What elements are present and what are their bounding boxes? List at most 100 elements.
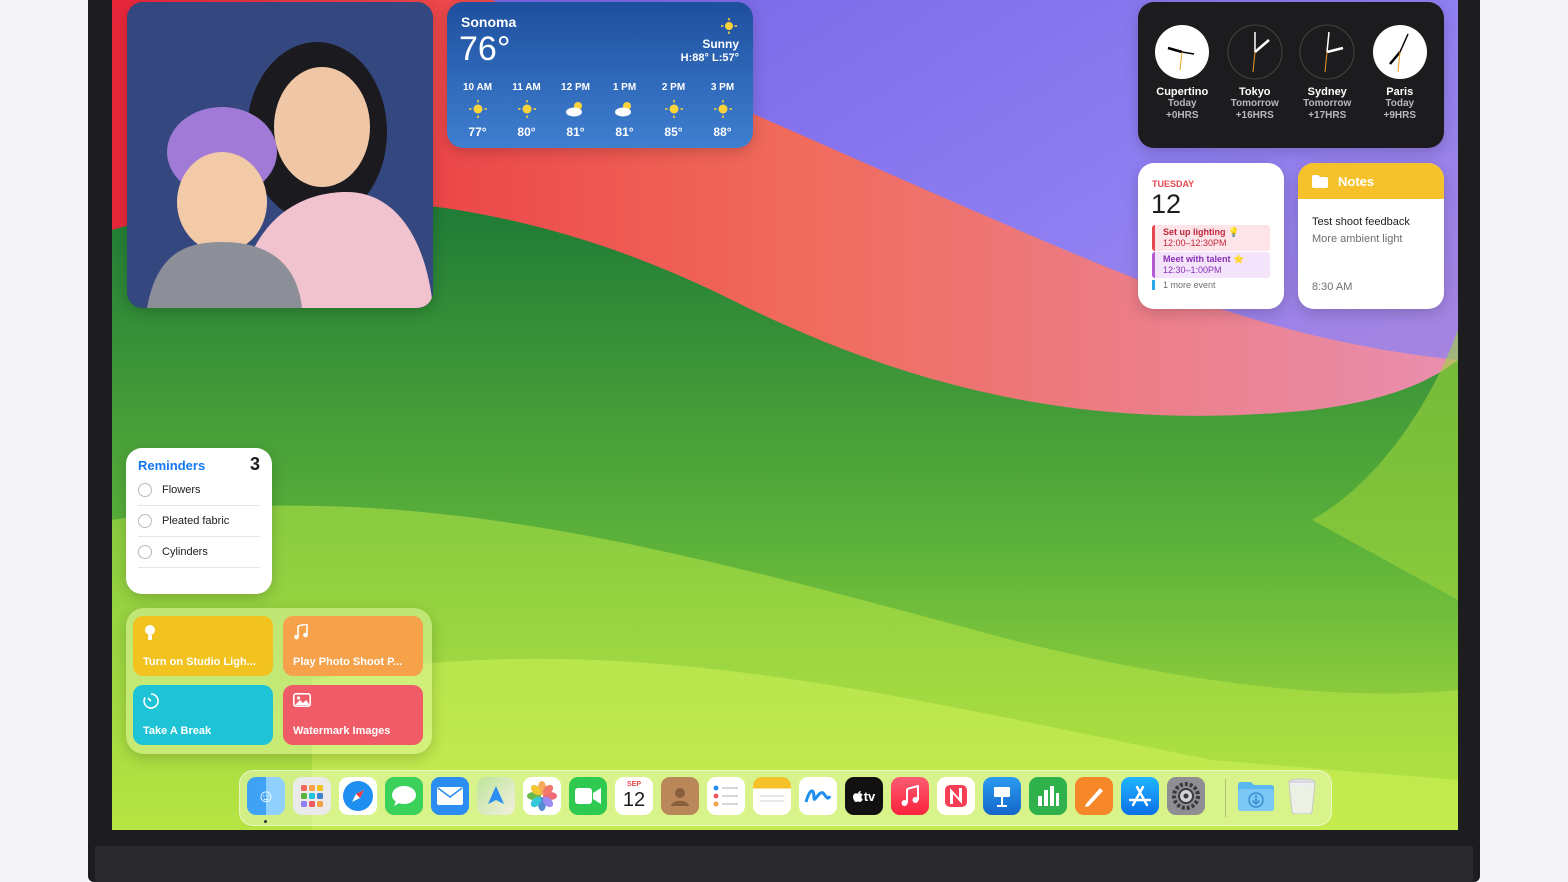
sun-icon xyxy=(713,100,732,118)
clock-city: Tokyo xyxy=(1238,86,1271,98)
reminder-checkbox[interactable] xyxy=(138,483,152,497)
mail-icon[interactable] xyxy=(431,777,469,815)
hour-temp: 81° xyxy=(566,125,585,139)
clock-city: Sydney xyxy=(1307,86,1347,98)
contacts-icon[interactable] xyxy=(661,777,699,815)
hour-temp: 81° xyxy=(615,125,634,139)
reminder-checkbox[interactable] xyxy=(138,545,152,559)
clock-sydney: Sydney Tomorrow +17HRS xyxy=(1294,24,1360,122)
clock-face-icon xyxy=(1155,25,1210,79)
desktop: Sonoma 76° Sunny H:88° L:57° 10 AM 77° 1… xyxy=(112,0,1458,830)
hour-temp: 80° xyxy=(517,125,536,139)
notes-header: Notes xyxy=(1298,163,1444,199)
shortcut-studio-lights[interactable]: Turn on Studio Ligh... xyxy=(133,616,273,676)
freeform-icon[interactable] xyxy=(799,777,837,815)
music-icon[interactable] xyxy=(891,777,929,815)
hourly-item: 10 AM 77° xyxy=(456,82,500,139)
calendar-event[interactable]: Set up lighting 💡 12:00–12:30PM xyxy=(1152,225,1270,251)
dock-separator xyxy=(1225,779,1226,817)
reminder-item[interactable]: Cylinders xyxy=(138,537,260,568)
shortcut-label: Turn on Studio Ligh... xyxy=(143,656,256,668)
trash-icon[interactable] xyxy=(1283,777,1321,815)
clock-city: Cupertino xyxy=(1156,86,1209,98)
clock-city: Paris xyxy=(1386,86,1414,98)
messages-icon[interactable] xyxy=(385,777,423,815)
maps-icon[interactable] xyxy=(477,777,515,815)
shortcut-label: Take A Break xyxy=(143,725,212,737)
event-title: Set up lighting 💡 xyxy=(1163,227,1240,237)
shortcut-label: Watermark Images xyxy=(293,725,391,737)
hour-temp: 88° xyxy=(713,125,732,139)
hour-temp: 85° xyxy=(664,125,683,139)
family-photo xyxy=(127,2,433,308)
weather-hourly: 10 AM 77° 11 AM 80° 12 PM 81° 1 PM 81° 2… xyxy=(447,82,753,139)
app-store-icon[interactable] xyxy=(1121,777,1159,815)
clock-offset: +17HRS xyxy=(1308,110,1347,121)
hourly-item: 3 PM 88° xyxy=(701,82,745,139)
lightbulb-icon xyxy=(145,625,155,640)
finder-icon[interactable]: ☺ xyxy=(247,777,285,815)
weather-condition: Sunny xyxy=(702,37,739,51)
notes-icon[interactable] xyxy=(753,777,791,815)
calendar-widget[interactable]: TUESDAY 12 Set up lighting 💡 12:00–12:30… xyxy=(1138,163,1284,309)
calendar-weekday: TUESDAY xyxy=(1152,179,1195,189)
partly-cloudy-icon xyxy=(565,102,582,117)
hour-label: 3 PM xyxy=(710,82,735,93)
hour-label: 10 AM xyxy=(462,82,493,93)
numbers-icon[interactable] xyxy=(1029,777,1067,815)
weather-location: Sonoma xyxy=(461,14,517,30)
clock-day: Tomorrow xyxy=(1303,98,1352,109)
calendar-day: 12 xyxy=(1151,189,1182,219)
reminder-item[interactable]: Pleated fabric xyxy=(138,506,260,537)
facetime-icon[interactable] xyxy=(569,777,607,815)
hour-label: 12 PM xyxy=(561,82,590,93)
weather-widget[interactable]: Sonoma 76° Sunny H:88° L:57° 10 AM 77° 1… xyxy=(447,2,753,148)
hourly-item: 2 PM 85° xyxy=(652,82,696,139)
reminders-title: Reminders xyxy=(138,458,206,473)
hour-label: 1 PM xyxy=(612,82,637,93)
sun-icon xyxy=(721,18,737,34)
event-time: 12:00–12:30PM xyxy=(1163,238,1227,248)
calendar-event[interactable]: Meet with talent ⭐ 12:30–1:00PM xyxy=(1152,252,1270,278)
photos-icon[interactable] xyxy=(523,777,561,815)
news-icon[interactable] xyxy=(937,777,975,815)
laptop-base xyxy=(95,846,1473,882)
system-settings-icon[interactable] xyxy=(1167,777,1205,815)
world-clock-widget[interactable]: Cupertino Today +0HRS Tokyo Tomorrow +16… xyxy=(1138,2,1444,148)
shortcut-watermark-images[interactable]: Watermark Images xyxy=(283,685,423,745)
reminders-widget[interactable]: Reminders 3 Flowers Pleated fabric Cylin… xyxy=(126,448,272,594)
shortcut-take-a-break[interactable]: Take A Break xyxy=(133,685,273,745)
keynote-icon[interactable] xyxy=(983,777,1021,815)
clock-day: Today xyxy=(1167,98,1197,109)
clock-offset: +9HRS xyxy=(1383,110,1416,121)
pages-icon[interactable] xyxy=(1075,777,1113,815)
calendar-icon[interactable]: SEP 12 xyxy=(615,777,653,815)
hour-label: 2 PM xyxy=(661,82,686,93)
apple-tv-label: tv xyxy=(863,788,876,804)
note-time: 8:30 AM xyxy=(1312,281,1353,293)
clock-face-icon xyxy=(1372,25,1427,79)
clock-offset: +0HRS xyxy=(1165,110,1199,121)
reminder-label: Flowers xyxy=(162,484,201,496)
shortcut-photo-shoot-playlist[interactable]: Play Photo Shoot P... xyxy=(283,616,423,676)
photos-widget[interactable] xyxy=(127,2,433,308)
downloads-folder-icon[interactable] xyxy=(1237,777,1275,815)
clock-face-icon xyxy=(1227,24,1283,80)
launchpad-icon[interactable] xyxy=(293,777,331,815)
sun-icon xyxy=(517,100,536,118)
reminder-item[interactable]: Flowers xyxy=(138,475,260,506)
reminder-checkbox[interactable] xyxy=(138,514,152,528)
note-body: More ambient light xyxy=(1312,233,1403,245)
notes-header-label: Notes xyxy=(1338,173,1375,189)
hour-temp: 77° xyxy=(468,125,487,139)
notes-widget[interactable]: Notes Test shoot feedback More ambient l… xyxy=(1298,163,1444,309)
hourly-item: 12 PM 81° xyxy=(554,82,598,139)
reminders-icon[interactable] xyxy=(707,777,745,815)
sun-icon xyxy=(664,100,683,118)
safari-icon[interactable] xyxy=(339,777,377,815)
calendar-icon-day: 12 xyxy=(622,789,646,811)
apple-tv-icon[interactable]: tv xyxy=(845,777,883,815)
shortcut-label: Play Photo Shoot P... xyxy=(293,656,403,668)
dock: ☺ SEP 12 tv xyxy=(239,770,1332,826)
weather-high-low: H:88° L:57° xyxy=(680,52,739,64)
